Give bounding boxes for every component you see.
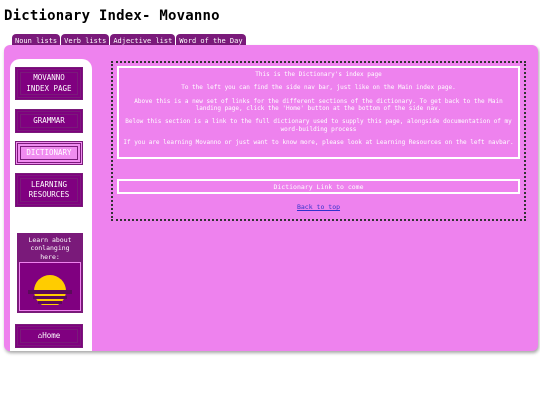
sidebar-item-learning-resources[interactable]: LEARNING RESOURCES bbox=[15, 173, 83, 207]
back-to-top-link[interactable]: Back to top bbox=[113, 203, 524, 211]
sidebar-item-label: DICTIONARY bbox=[26, 147, 72, 157]
conlanging-text: Learn about conlanging here: bbox=[28, 236, 72, 261]
sidebar-item-dictionary[interactable]: DICTIONARY bbox=[15, 141, 83, 165]
sidebar-item-grammar[interactable]: GRAMMAR bbox=[15, 109, 83, 133]
page-title: Dictionary Index- Movanno bbox=[4, 8, 220, 24]
sunset-icon bbox=[20, 263, 80, 310]
home-button[interactable]: ⌂Home bbox=[15, 324, 83, 348]
sidebar-item-label: LEARNING RESOURCES bbox=[28, 179, 70, 199]
dictionary-link[interactable]: Dictionary Link to come bbox=[117, 179, 520, 194]
intro-paragraph: To the left you can find the side nav ba… bbox=[181, 84, 456, 92]
intro-paragraph: If you are learning Movanno or just want… bbox=[123, 138, 514, 146]
home-button-label: ⌂Home bbox=[37, 330, 61, 340]
side-nav: MOVANNO INDEX PAGE GRAMMAR DICTIONARY LE… bbox=[10, 59, 92, 351]
sidebar-item-index[interactable]: MOVANNO INDEX PAGE bbox=[15, 67, 83, 100]
conlanging-promo: Learn about conlanging here: bbox=[17, 233, 83, 313]
intro-box: This is the Dictionary's index page To t… bbox=[117, 66, 520, 159]
intro-paragraph: Below this section is a link to the full… bbox=[125, 118, 512, 133]
main-content: This is the Dictionary's index page To t… bbox=[111, 61, 526, 221]
intro-heading: This is the Dictionary's index page bbox=[255, 71, 382, 78]
content-frame: MOVANNO INDEX PAGE GRAMMAR DICTIONARY LE… bbox=[4, 45, 538, 351]
intro-paragraph: Above this is a new set of links for the… bbox=[134, 97, 503, 112]
conlanging-logo[interactable] bbox=[19, 262, 81, 311]
sidebar-item-label: MOVANNO INDEX PAGE bbox=[26, 73, 72, 93]
sidebar-item-label: GRAMMAR bbox=[33, 115, 65, 125]
